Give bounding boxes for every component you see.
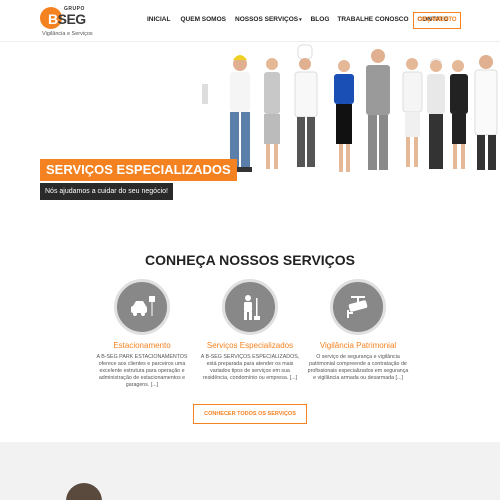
person-chef [294,44,318,167]
service-card-vigilancia-patrimonial[interactable]: Vigilância Patrimonial O serviço de segu… [303,279,413,382]
logo-name-prefix: B [48,11,58,27]
person-hardhat-worker [427,58,445,169]
service-icon-circle [222,279,278,335]
hero-title: SERVIÇOS ESPECIALIZADOS [40,159,237,181]
hero-subtitle: Nós ajudamos a cuidar do seu negócio! [40,183,173,200]
logo[interactable]: GRUPO BSEG Vigilância e Serviços [40,4,102,38]
nav-item-trabalhe-conosco[interactable]: TRABALHE CONOSCO [337,16,408,23]
hero-banner: SERVIÇOS ESPECIALIZADOS Nós ajudamos a c… [0,42,500,232]
nav-item-inicial[interactable]: INICIAL [147,16,170,23]
service-description: A B-SEG PARK ESTACIONAMENTOS oferece aos… [96,354,188,388]
person-nurse [402,58,423,167]
service-description: A B-SEG SERVIÇOS ESPECIALIZADOS, está pr… [200,354,300,381]
person-office-woman [264,58,280,169]
service-icon-circle [114,279,170,335]
person-businessman [366,49,390,170]
service-name[interactable]: Vigilância Patrimonial [303,341,413,350]
logo-tagline: Vigilância e Serviços [42,31,93,37]
logo-name-suffix: SEG [57,11,87,27]
nav-item-quem-somos[interactable]: QUEM SOMOS [180,16,226,23]
car-parking-icon [131,296,155,316]
worker-icon [244,295,260,320]
logo-name: BSEG [48,11,86,27]
nav-item-nossos-servicos[interactable]: NOSSOS SERVIÇOS▾ [235,16,302,23]
person-blue-woman [334,60,354,172]
hero-people-image [202,44,498,172]
security-camera-icon [347,296,368,318]
nav-item-blog[interactable]: BLOG [311,16,330,23]
service-description: O serviço de segurança e vigilância patr… [307,354,409,381]
service-card-servicos-especializados[interactable]: Serviços Especializados A B-SEG SERVIÇOS… [195,279,305,382]
main-nav: INICIAL QUEM SOMOS NOSSOS SERVIÇOS▾ BLOG… [147,16,449,23]
nav-item-nossos-servicos-label: NOSSOS SERVIÇOS [235,16,299,23]
view-all-services-button[interactable]: CONHECER TODOS OS SERVIÇOS [193,404,307,424]
person-doctor [474,55,498,170]
person-black-suit-woman [450,60,468,169]
chevron-down-icon: ▾ [299,17,302,23]
site-header: GRUPO BSEG Vigilância e Serviços INICIAL… [0,0,500,42]
services-heading: CONHEÇA NOSSOS SERVIÇOS [144,252,356,268]
service-name[interactable]: Estacionamento [87,341,197,350]
person-worker [202,55,252,172]
service-name[interactable]: Serviços Especializados [195,341,305,350]
quote-button[interactable]: ORÇAMENTO [413,12,461,29]
service-icon-circle [330,279,386,335]
service-card-estacionamento[interactable]: Estacionamento A B-SEG PARK ESTACIONAMEN… [87,279,197,389]
